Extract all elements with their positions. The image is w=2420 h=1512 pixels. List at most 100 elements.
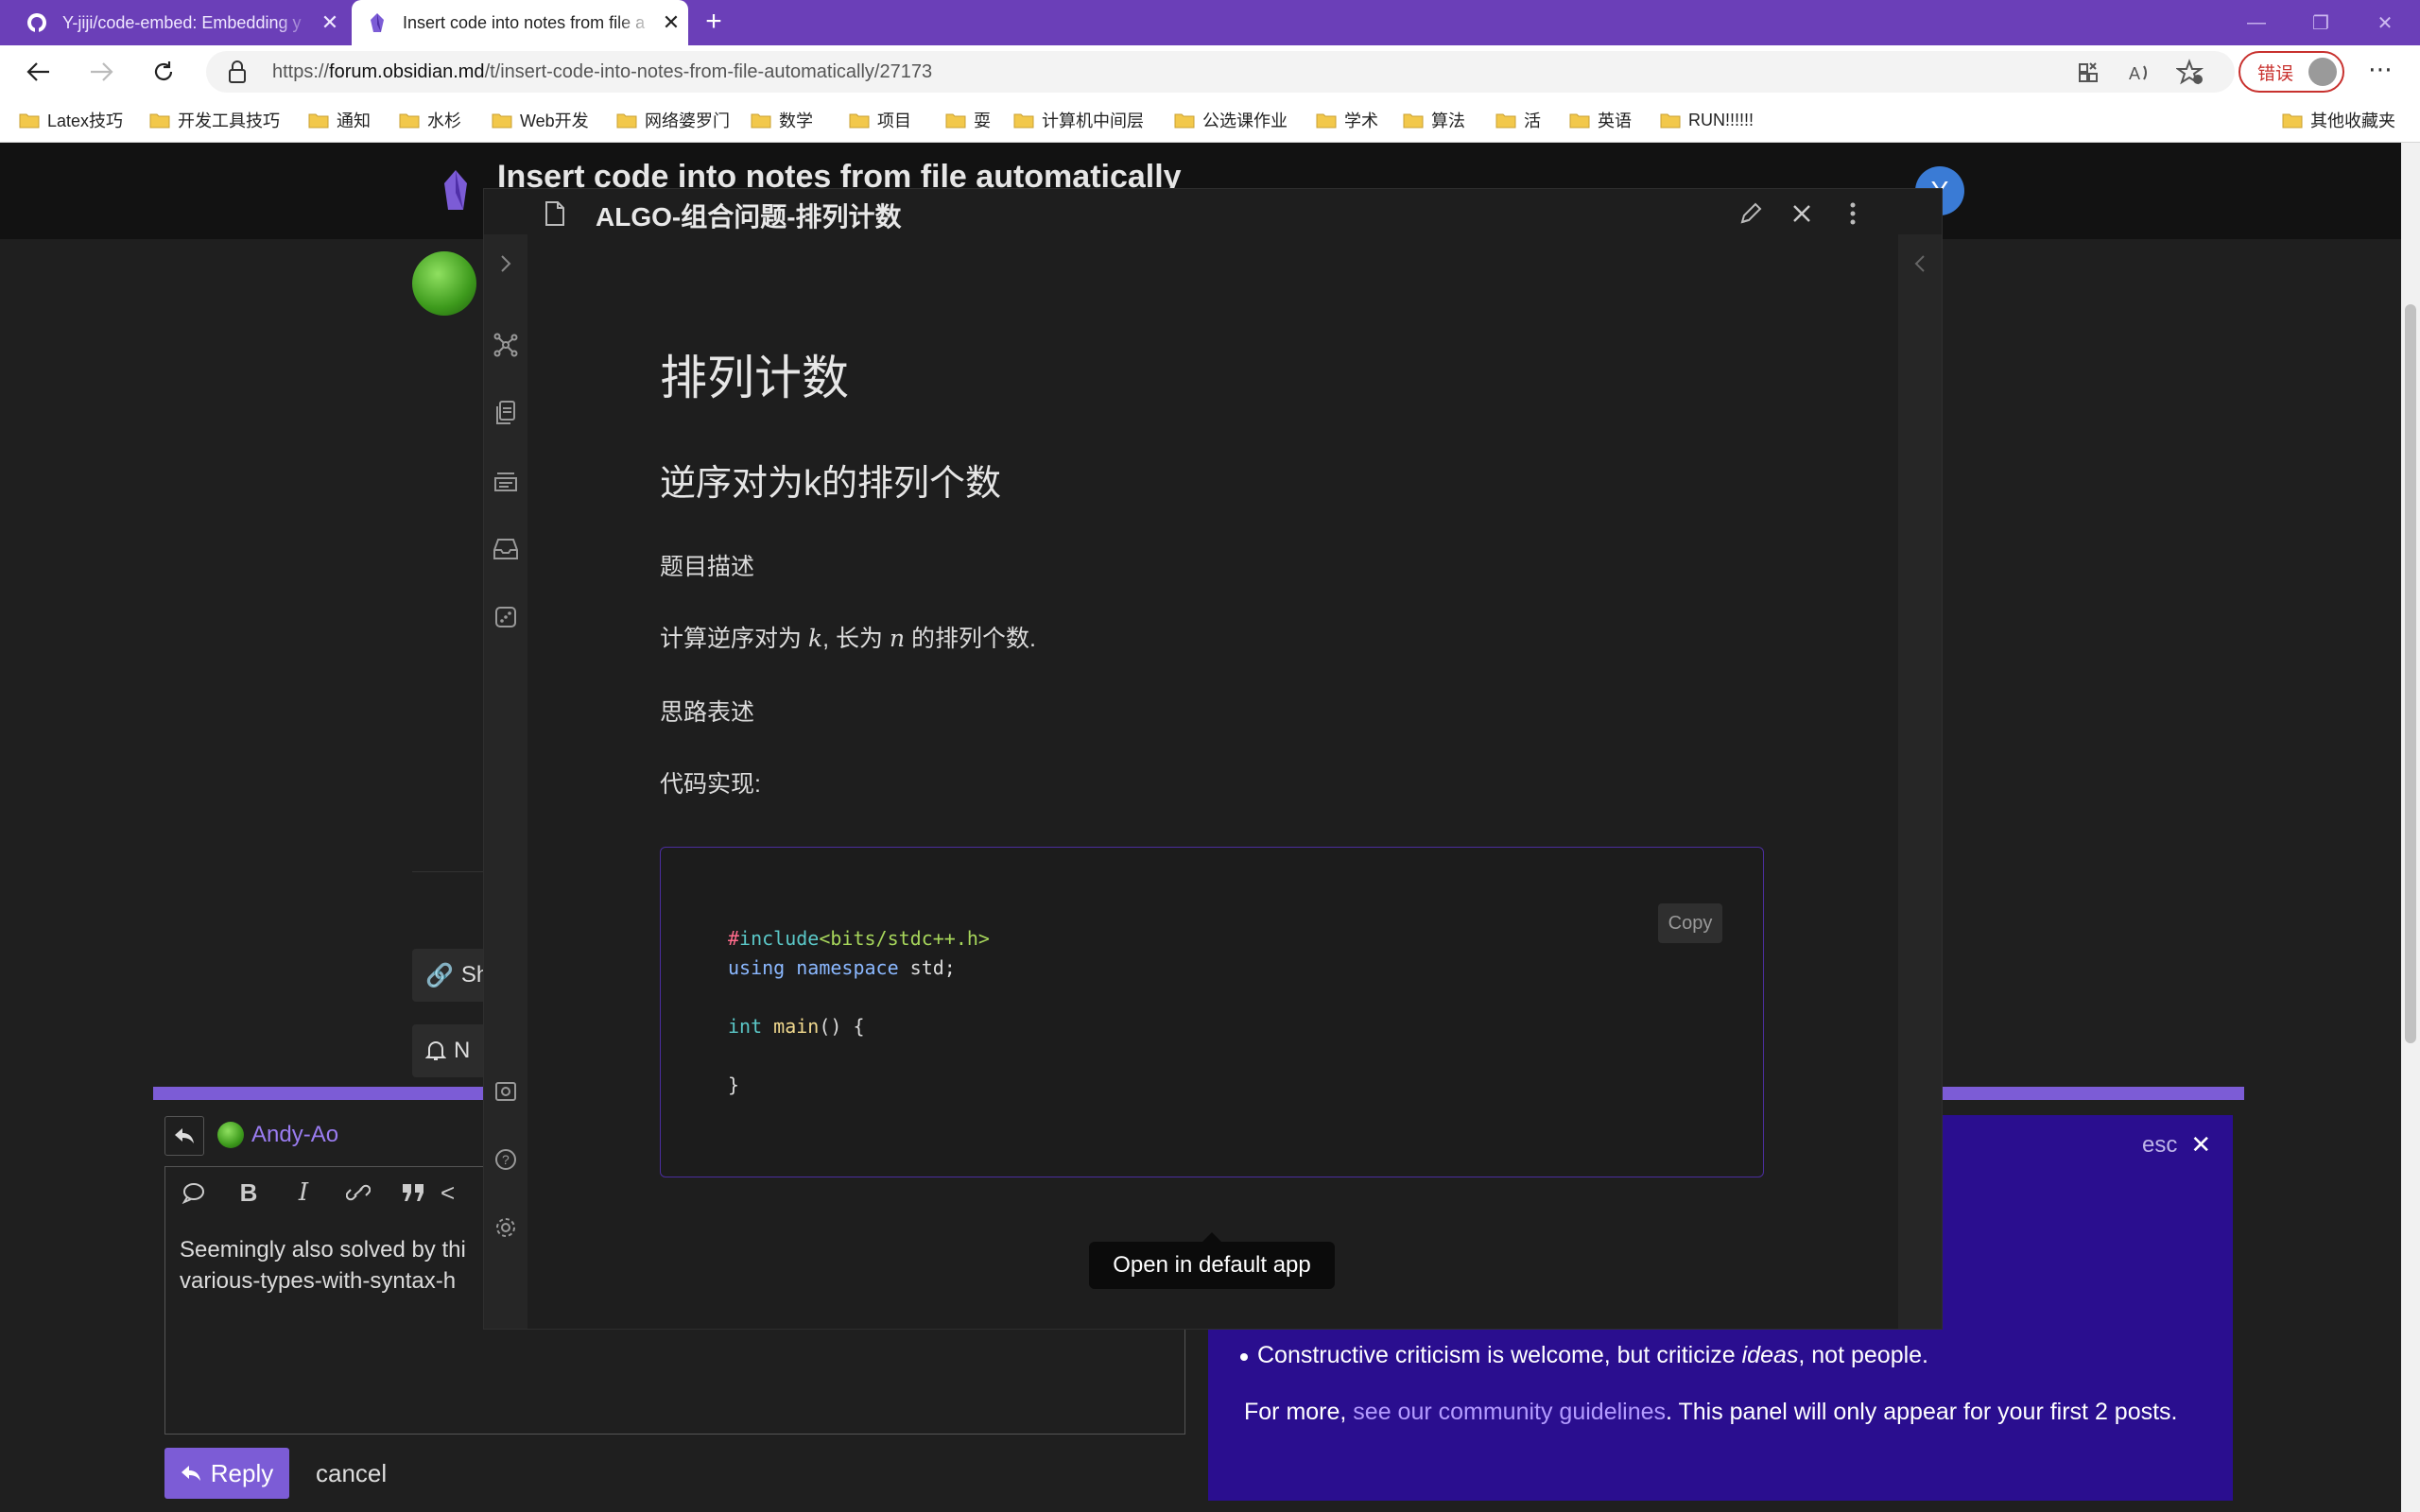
profile-error-button[interactable]: 错误 xyxy=(2238,51,2344,93)
bookmark-folder[interactable]: 算法 xyxy=(1403,98,1465,142)
copy-code-button[interactable]: Copy xyxy=(1658,903,1722,943)
editor-toolbar: B I < xyxy=(166,1170,454,1215)
profile-error-label: 错误 xyxy=(2257,63,2294,84)
tab-github[interactable]: Y-jiji/code-embed: Embedding y ✕ xyxy=(11,0,347,45)
section-idea: 思路表述 xyxy=(660,699,755,726)
close-window-icon[interactable]: ✕ xyxy=(2354,0,2416,45)
section-problem: 题目描述 xyxy=(660,554,755,580)
code-icon[interactable]: < xyxy=(441,1170,454,1215)
desc-text: 计算逆序对为 xyxy=(660,626,808,652)
read-aloud-icon[interactable]: A xyxy=(2125,59,2153,87)
help-icon[interactable]: ? xyxy=(490,1143,522,1176)
code-token: std; xyxy=(898,956,956,979)
collapse-right-sidebar-icon[interactable] xyxy=(1908,248,1932,280)
code-token: () { xyxy=(819,1015,865,1038)
composer-user-avatar xyxy=(217,1122,244,1148)
code-content[interactable]: #include<bits/stdc++.h> using namespace … xyxy=(728,924,990,1100)
bookmark-folder[interactable]: 项目 xyxy=(849,98,911,142)
bookmark-folder[interactable]: Web开发 xyxy=(492,98,589,142)
bookmark-folder[interactable]: 公选课作业 xyxy=(1174,98,1288,142)
github-icon xyxy=(26,12,47,33)
composer-user[interactable]: Andy-Ao xyxy=(217,1118,338,1152)
italic-icon[interactable]: I xyxy=(276,1170,331,1215)
close-tab-icon[interactable]: ✕ xyxy=(313,10,347,35)
tab-obsidian-forum[interactable]: Insert code into notes from file a ✕ xyxy=(352,0,688,45)
expand-sidebar-icon[interactable] xyxy=(490,248,522,280)
bookmark-folder[interactable]: RUN!!!!!! xyxy=(1660,98,1754,142)
back-icon[interactable] xyxy=(15,45,62,98)
archive-inbox-icon[interactable] xyxy=(490,533,522,565)
link-insert-icon[interactable] xyxy=(331,1170,386,1215)
bookmark-label: 项目 xyxy=(877,112,911,130)
url-text[interactable]: https://forum.obsidian.md/t/insert-code-… xyxy=(272,59,932,85)
edit-pencil-icon[interactable] xyxy=(1734,197,1768,231)
note-title[interactable]: ALGO-组合问题-排列计数 xyxy=(596,197,902,234)
obsidian-icon xyxy=(367,12,388,33)
copy-files-icon[interactable] xyxy=(490,397,522,429)
post-author-avatar[interactable] xyxy=(412,251,476,316)
bookmark-folder[interactable]: 学术 xyxy=(1316,98,1378,142)
bookmark-folder[interactable]: 计算机中间层 xyxy=(1013,98,1144,142)
open-default-app-tooltip: Open in default app xyxy=(1089,1242,1335,1289)
folder-icon xyxy=(1660,112,1681,129)
close-tab-icon[interactable]: ✕ xyxy=(654,10,688,35)
more-menu-icon[interactable]: ⋯ xyxy=(2363,57,2397,85)
folder-icon xyxy=(1403,112,1424,129)
forward-icon[interactable] xyxy=(78,45,125,98)
reply-action-icon[interactable] xyxy=(164,1116,204,1156)
math-k: k xyxy=(807,625,823,652)
reply-button[interactable]: Reply xyxy=(164,1448,289,1499)
bookmark-folder[interactable]: Latex技巧 xyxy=(19,98,123,142)
folder-icon xyxy=(1013,112,1034,129)
bullet-emphasis: ideas xyxy=(1741,1342,1799,1368)
bold-icon[interactable]: B xyxy=(221,1170,276,1215)
footer-text: For more, xyxy=(1244,1399,1354,1425)
restore-icon[interactable]: ❐ xyxy=(2290,0,2352,45)
folder-icon xyxy=(1495,112,1516,129)
bookmark-folder[interactable]: 水杉 xyxy=(399,98,461,142)
open-vault-icon[interactable] xyxy=(490,1075,522,1108)
new-tab-icon[interactable]: + xyxy=(698,6,730,38)
refresh-icon[interactable] xyxy=(140,45,187,98)
community-guidelines-link[interactable]: see our community guidelines xyxy=(1353,1399,1666,1425)
bookmark-folder[interactable]: 数学 xyxy=(751,98,813,142)
settings-gear-icon[interactable] xyxy=(490,1211,522,1244)
close-icon[interactable] xyxy=(1785,197,1819,231)
tab-title: Insert code into notes from file a xyxy=(403,12,646,32)
bookmark-label: 算法 xyxy=(1431,112,1465,130)
guideline-bullet: Constructive criticism is welcome, but c… xyxy=(1239,1342,1928,1369)
bookmark-folder[interactable]: 网络婆罗门 xyxy=(616,98,730,142)
bookmark-folder[interactable]: 英语 xyxy=(1569,98,1632,142)
app-available-icon[interactable] xyxy=(2074,59,2102,87)
cancel-link[interactable]: cancel xyxy=(316,1459,387,1488)
url-scheme: https:// xyxy=(272,61,330,82)
folder-icon xyxy=(1569,112,1590,129)
quote-bubble-icon[interactable] xyxy=(166,1170,221,1215)
footer-text-end: . This panel will only appear for your f… xyxy=(1666,1399,2178,1425)
bookmark-folder[interactable]: 活 xyxy=(1495,98,1541,142)
lock-icon[interactable] xyxy=(227,60,248,84)
random-note-dice-icon[interactable] xyxy=(490,601,522,633)
reply-label: Reply xyxy=(210,1458,274,1487)
bookmark-label: 公选课作业 xyxy=(1202,112,1288,130)
bookmark-folder[interactable]: 开发工具技巧 xyxy=(149,98,280,142)
url-path: /t/insert-code-into-notes-from-file-auto… xyxy=(484,61,933,82)
slides-icon[interactable] xyxy=(490,465,522,497)
favorite-star-icon[interactable] xyxy=(2176,59,2204,87)
obsidian-logo-icon[interactable] xyxy=(441,168,471,214)
folder-icon xyxy=(149,112,170,129)
bookmark-label: 学术 xyxy=(1344,112,1378,130)
dismiss-panel-button[interactable]: esc ✕ xyxy=(2142,1130,2211,1160)
minimize-icon[interactable]: — xyxy=(2225,0,2288,45)
blockquote-icon[interactable] xyxy=(386,1170,441,1215)
bookmark-label: Web开发 xyxy=(520,112,589,130)
other-bookmarks[interactable]: 其他收藏夹 xyxy=(2282,98,2395,142)
bookmark-folder[interactable]: 耍 xyxy=(945,98,991,142)
bookmark-label: 数学 xyxy=(779,112,813,130)
reply-text[interactable]: Seemingly also solved by thi various-typ… xyxy=(180,1234,492,1297)
graph-view-icon[interactable] xyxy=(490,329,522,361)
bookmark-folder[interactable]: 通知 xyxy=(308,98,371,142)
more-options-icon[interactable] xyxy=(1836,197,1870,231)
scrollbar-thumb[interactable] xyxy=(2405,304,2416,1043)
code-token: <bits/stdc++.h> xyxy=(819,927,990,950)
